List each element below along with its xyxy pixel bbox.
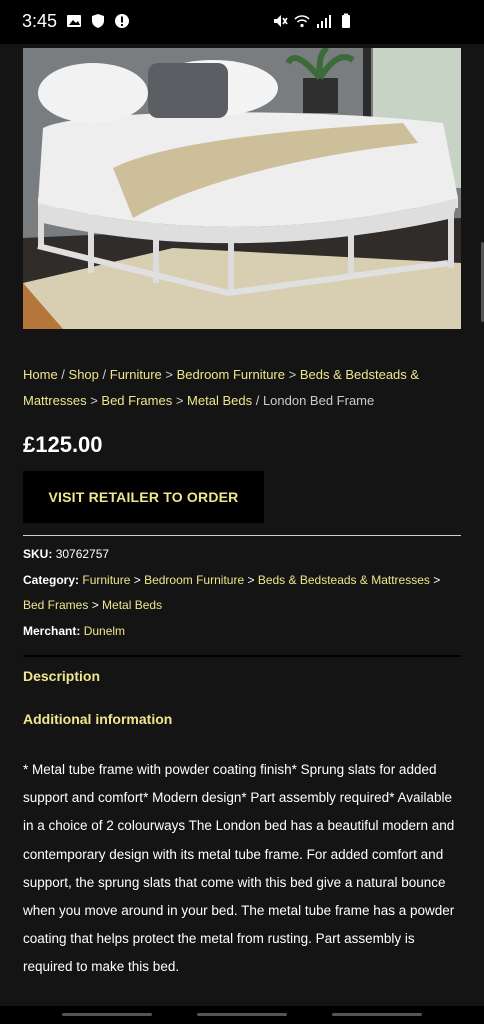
category-link-furniture[interactable]: Furniture: [82, 573, 130, 587]
category-label: Category:: [23, 572, 80, 587]
breadcrumb-separator: /: [57, 367, 69, 382]
nav-home-button[interactable]: [197, 1013, 287, 1016]
breadcrumb-separator: /: [98, 367, 110, 382]
breadcrumb-current: London Bed Frame: [262, 393, 375, 408]
product-page: Home / Shop / Furniture > Bedroom Furnit…: [0, 44, 484, 1006]
status-time: 3:45: [22, 11, 58, 31]
visit-retailer-button[interactable]: VISIT RETAILER TO ORDER: [23, 471, 264, 523]
signal-icon: [317, 15, 331, 28]
breadcrumb-separator: >: [86, 393, 102, 408]
tab-description[interactable]: Description: [23, 668, 100, 684]
shield-icon: [92, 14, 104, 28]
product-meta: SKU: 30762757 Category: Furniture > Bedr…: [23, 542, 463, 644]
merchant-label: Merchant:: [23, 623, 81, 638]
breadcrumb: Home / Shop / Furniture > Bedroom Furnit…: [23, 362, 463, 414]
category-link-bedroom-furniture[interactable]: Bedroom Furniture: [144, 573, 244, 587]
merchant-row: Merchant: Dunelm: [23, 619, 463, 645]
merchant-link[interactable]: Dunelm: [84, 624, 125, 638]
sku-value: 30762757: [55, 547, 110, 561]
breadcrumb-bedroom-furniture[interactable]: Bedroom Furniture: [177, 367, 285, 382]
category-link-beds[interactable]: Beds & Bedsteads & Mattresses: [258, 573, 430, 587]
breadcrumb-metal-beds[interactable]: Metal Beds: [187, 393, 252, 408]
nav-back-button[interactable]: [332, 1013, 422, 1016]
product-image[interactable]: [23, 48, 461, 329]
mute-icon: [274, 15, 288, 27]
category-row: Category: Furniture > Bedroom Furniture …: [23, 572, 441, 613]
breadcrumb-separator: /: [252, 393, 263, 408]
breadcrumb-shop[interactable]: Shop: [69, 367, 99, 382]
breadcrumb-separator: >: [161, 367, 177, 382]
breadcrumb-furniture[interactable]: Furniture: [110, 367, 162, 382]
category-link-metal-beds[interactable]: Metal Beds: [102, 598, 162, 612]
breadcrumb-separator: >: [172, 393, 188, 408]
breadcrumb-separator: >: [285, 367, 300, 382]
status-left-icons: [66, 13, 130, 29]
battery-icon: [342, 13, 350, 28]
wifi-icon: [294, 15, 310, 28]
status-bar: 3:45: [0, 0, 484, 44]
sku-label: SKU:: [23, 547, 53, 561]
status-right-icons: [272, 13, 354, 29]
image-icon: [67, 15, 81, 27]
category-link-bed-frames[interactable]: Bed Frames: [23, 598, 88, 612]
breadcrumb-home[interactable]: Home: [23, 367, 58, 382]
alert-icon: [115, 14, 129, 28]
product-description: * Metal tube frame with powder coating f…: [23, 762, 455, 975]
divider: [23, 535, 461, 536]
tab-additional-information[interactable]: Additional information: [23, 711, 172, 727]
nav-recent-button[interactable]: [62, 1013, 152, 1016]
breadcrumb-bed-frames[interactable]: Bed Frames: [101, 393, 172, 408]
product-price: £125.00: [23, 432, 103, 457]
bed-illustration: [23, 48, 461, 329]
navigation-bar: [0, 1006, 484, 1024]
sku-row: SKU: 30762757: [23, 542, 463, 568]
divider: [23, 655, 461, 657]
